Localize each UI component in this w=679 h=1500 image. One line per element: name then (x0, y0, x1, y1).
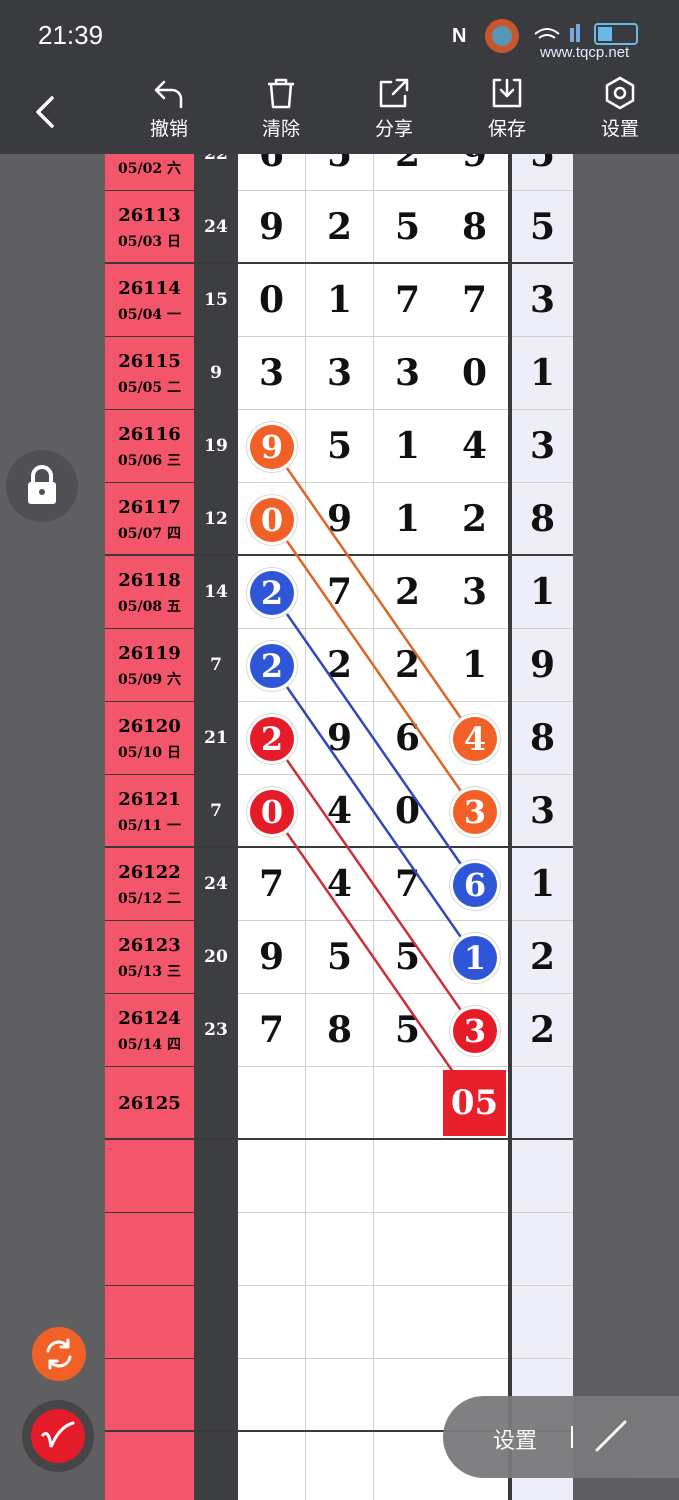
trend-line (270, 518, 477, 813)
highlight-ball[interactable]: 4 (453, 716, 497, 761)
pen-tool-button[interactable] (31, 1409, 85, 1463)
highlight-ball[interactable]: 1 (453, 935, 497, 980)
share-label: 分享 (374, 119, 413, 140)
save-label: 保存 (487, 119, 526, 140)
highlight-ball[interactable]: 6 (453, 862, 497, 907)
pen-stroke-icon (41, 1421, 75, 1448)
highlight-ball[interactable]: 0 (250, 497, 294, 542)
settings-button[interactable]: 设置 (585, 76, 655, 141)
trend-chart-grid[interactable]: 05/02 六 22 6 5 2 9 5 26113 05/03 日 24 9 2 5 8 5 26114 05… (0, 154, 679, 1500)
floating-settings-bar: 设置 (443, 1396, 679, 1478)
hexagon-gear-icon (605, 76, 635, 110)
share-button[interactable]: 分享 (359, 76, 429, 141)
back-arrow-icon (36, 96, 54, 128)
download-icon (492, 78, 522, 108)
clear-button[interactable]: 清除 (246, 76, 316, 141)
prediction-box[interactable]: 05 (443, 1070, 506, 1136)
highlight-ball[interactable]: 2 (250, 570, 294, 615)
svg-text:N: N (452, 25, 466, 47)
save-button[interactable]: 保存 (472, 76, 542, 141)
settings-label: 设置 (600, 119, 639, 140)
undo-label: 撤销 (149, 119, 188, 140)
highlight-ball[interactable]: 9 (250, 424, 294, 469)
floating-settings-button[interactable]: 设置 (493, 1423, 537, 1455)
trend-line (270, 591, 477, 886)
trend-line (270, 664, 477, 959)
lock-button[interactable] (6, 450, 78, 522)
pill-divider (571, 1426, 573, 1448)
highlight-ball[interactable]: 2 (250, 643, 294, 688)
watermark-text: www.tqcp.net (540, 44, 630, 61)
lock-icon (28, 465, 56, 504)
trash-icon (268, 78, 294, 109)
trend-line (270, 810, 477, 1105)
refresh-button[interactable] (32, 1327, 86, 1381)
clear-label: 清除 (261, 119, 300, 140)
back-button[interactable] (28, 92, 62, 132)
status-bar: 21:39 N www.tqcp.net (0, 0, 679, 72)
highlight-ball[interactable]: 3 (453, 789, 497, 834)
highlight-ball[interactable]: 0 (250, 789, 294, 834)
line-tool-icon[interactable] (593, 1418, 629, 1454)
highlight-ball[interactable]: 2 (250, 716, 294, 761)
refresh-icon (46, 1338, 72, 1370)
trend-line (270, 737, 477, 1032)
highlight-ball[interactable]: 3 (453, 1008, 497, 1053)
toolbar: 撤销 清除 分享 保存 设置 (0, 72, 679, 154)
undo-icon (154, 80, 183, 109)
trend-lines (270, 445, 477, 1105)
share-icon (379, 78, 409, 108)
undo-button[interactable]: 撤销 (134, 76, 204, 141)
status-clock: 21:39 (38, 20, 104, 50)
trend-line (270, 445, 477, 740)
